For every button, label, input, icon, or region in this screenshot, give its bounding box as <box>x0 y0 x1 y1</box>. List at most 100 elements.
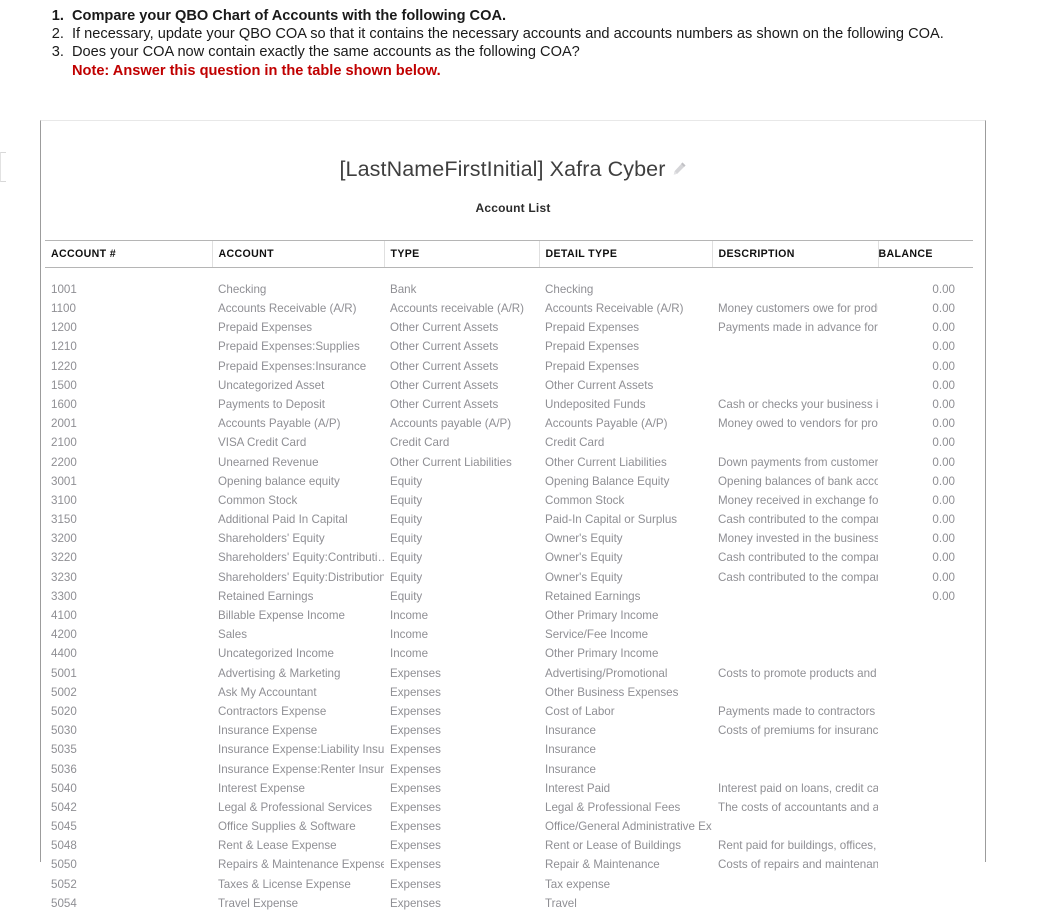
table-row[interactable]: 3220 Shareholders' Equity:Contributi… Equi… <box>45 548 973 567</box>
table-row[interactable]: 3100 Common Stock Equity Common Stock Money … <box>45 491 973 510</box>
column-header-description[interactable]: DESCRIPTION <box>711 239 878 268</box>
cell-account: Accounts Receivable (A/R) <box>212 299 384 318</box>
cell-account-number-text: 5030 <box>51 724 77 738</box>
cell-account-number-text: 5040 <box>51 781 77 795</box>
cell-detail-type-text: Interest Paid <box>545 781 611 795</box>
cell-type: Expenses <box>384 740 539 759</box>
cell-type-text: Accounts receivable (A/R) <box>390 302 525 316</box>
cell-account-number-text: 5002 <box>51 685 77 699</box>
cell-balance-text: 0.00 <box>932 359 955 373</box>
table-row[interactable]: 1001 Checking Bank Checking 0.00 <box>45 267 973 299</box>
table-row[interactable]: 1210 Prepaid Expenses:Supplies Other Curre… <box>45 337 973 356</box>
table-row[interactable]: 1600 Payments to Deposit Other Current Ass… <box>45 395 973 414</box>
page-subtitle: Account List <box>475 200 551 215</box>
cell-account-text: Common Stock <box>218 493 298 507</box>
table-row[interactable]: 5030 Insurance Expense Expenses Insurance Co… <box>45 721 973 740</box>
table-row[interactable]: 5050 Repairs & Maintenance Expense Expense… <box>45 855 973 874</box>
cell-type-text: Equity <box>390 474 423 488</box>
table-row[interactable]: 4400 Uncategorized Income Income Other Prim… <box>45 644 973 663</box>
cell-type-text: Expenses <box>390 743 441 757</box>
table-row[interactable]: 5054 Travel Expense Expenses Travel <box>45 894 973 913</box>
cell-balance: 0.00 <box>878 568 973 587</box>
cell-description-text: The costs of accountants and att… <box>718 800 878 814</box>
cell-account-number-text: 3300 <box>51 589 77 603</box>
cell-account-number-text: 1100 <box>51 302 76 316</box>
cell-type: Expenses <box>384 721 539 740</box>
table-row[interactable]: 5020 Contractors Expense Expenses Cost of L… <box>45 702 973 721</box>
cell-account-number: 1600 <box>45 395 212 414</box>
column-header-type[interactable]: TYPE <box>383 239 539 268</box>
cell-account: Advertising & Marketing <box>212 663 384 682</box>
table-row[interactable]: 5002 Ask My Accountant Expenses Other Busin… <box>45 683 973 702</box>
cell-detail-type: Service/Fee Income <box>539 625 712 644</box>
table-row[interactable]: 1100 Accounts Receivable (A/R) Accounts re… <box>45 299 973 318</box>
cell-detail-type-text: Credit Card <box>545 436 605 450</box>
column-header-account-number[interactable]: ACCOUNT # <box>45 239 212 268</box>
cell-description <box>712 759 878 778</box>
cell-account-text: Opening balance equity <box>218 474 340 488</box>
cell-balance: 0.00 <box>878 299 973 318</box>
table-row[interactable]: 2200 Unearned Revenue Other Current Liabil… <box>45 452 973 471</box>
cell-type-text: Other Current Liabilities <box>390 455 512 469</box>
cell-balance-text: 0.00 <box>932 417 955 431</box>
table-row[interactable]: 5052 Taxes & License Expense Expenses Tax e… <box>45 875 973 894</box>
cell-balance: 0.00 <box>878 267 973 299</box>
table-row[interactable]: 2100 VISA Credit Card Credit Card Credit Ca… <box>45 433 973 452</box>
table-row[interactable]: 3150 Additional Paid In Capital Equity Paid… <box>45 510 973 529</box>
cell-description-text: Opening balances of bank acco… <box>718 474 878 488</box>
table-row[interactable]: 5040 Interest Expense Expenses Interest Pai… <box>45 779 973 798</box>
cell-account-number-text: 5035 <box>51 743 77 757</box>
cell-detail-type-text: Prepaid Expenses <box>545 359 640 373</box>
table-row[interactable]: 1220 Prepaid Expenses:Insurance Other Curr… <box>45 356 973 375</box>
cell-detail-type-text: Insurance <box>545 762 596 776</box>
column-header-detail-type[interactable]: DETAIL TYPE <box>538 239 712 268</box>
table-row[interactable]: 5042 Legal & Professional Services Expense… <box>45 798 973 817</box>
table-row[interactable]: 5045 Office Supplies & Software Expenses Of… <box>45 817 973 836</box>
cell-type: Income <box>384 606 539 625</box>
cell-detail-type-text: Owner's Equity <box>545 532 623 546</box>
cell-balance: 0.00 <box>878 548 973 567</box>
cell-description-text: Money invested in the business … <box>718 532 878 546</box>
cell-balance-text: 0.00 <box>932 397 955 411</box>
table-row[interactable]: 3300 Retained Earnings Equity Retained Earn… <box>45 587 973 606</box>
pencil-icon[interactable] <box>672 157 687 182</box>
column-header-account[interactable]: ACCOUNT <box>211 239 384 268</box>
cell-detail-type: Insurance <box>539 740 712 759</box>
cell-detail-type: Opening Balance Equity <box>539 472 712 491</box>
cell-type-text: Expenses <box>390 685 441 699</box>
cell-account: Retained Earnings <box>212 587 384 606</box>
cell-type-text: Expenses <box>390 800 441 814</box>
cell-description: Opening balances of bank acco… <box>712 472 878 491</box>
table-row[interactable]: 5048 Rent & Lease Expense Expenses Rent or … <box>45 836 973 855</box>
cell-detail-type: Cost of Labor <box>539 702 712 721</box>
cell-detail-type-text: Insurance <box>545 743 596 757</box>
table-row[interactable]: 5035 Insurance Expense:Liability Insur… Ex… <box>45 740 973 759</box>
cell-detail-type-text: Opening Balance Equity <box>545 474 670 488</box>
cell-account-number-text: 5048 <box>51 839 77 853</box>
cell-detail-type-text: Travel <box>545 896 577 910</box>
cell-balance-text: 0.00 <box>932 532 955 546</box>
table-row[interactable]: 1500 Uncategorized Asset Other Current Ass… <box>45 376 973 395</box>
table-row[interactable]: 2001 Accounts Payable (A/P) Accounts payab… <box>45 414 973 433</box>
table-row[interactable]: 4100 Billable Expense Income Income Other P… <box>45 606 973 625</box>
table-row[interactable]: 4200 Sales Income Service/Fee Income <box>45 625 973 644</box>
cell-account-text: Shareholders' Equity:Distributions <box>218 570 384 584</box>
table-row[interactable]: 5001 Advertising & Marketing Expenses Adver… <box>45 663 973 682</box>
table-row[interactable]: 5036 Insurance Expense:Renter Insura… Expe… <box>45 759 973 778</box>
table-row[interactable]: 3230 Shareholders' Equity:Distributions Eq… <box>45 568 973 587</box>
cell-account-number: 4400 <box>45 644 212 663</box>
cell-account-number: 2001 <box>45 414 212 433</box>
table-row[interactable]: 3001 Opening balance equity Equity Opening … <box>45 472 973 491</box>
cell-detail-type: Other Primary Income <box>539 644 712 663</box>
table-row[interactable]: 1200 Prepaid Expenses Other Current Assets… <box>45 318 973 337</box>
cell-account-number: 3300 <box>45 587 212 606</box>
cell-account-number-text: 4100 <box>51 609 77 623</box>
cell-type-text: Other Current Assets <box>390 359 499 373</box>
cell-balance <box>878 894 973 913</box>
cell-detail-type-text: Retained Earnings <box>545 589 641 603</box>
page-title: [LastNameFirstInitial] Xafra Cyber <box>41 121 985 183</box>
column-header-balance[interactable]: BALANCE <box>877 239 973 268</box>
cell-account: Contractors Expense <box>212 702 384 721</box>
table-row[interactable]: 3200 Shareholders' Equity Equity Owner's Eq… <box>45 529 973 548</box>
cell-balance-text: 0.00 <box>932 493 955 507</box>
